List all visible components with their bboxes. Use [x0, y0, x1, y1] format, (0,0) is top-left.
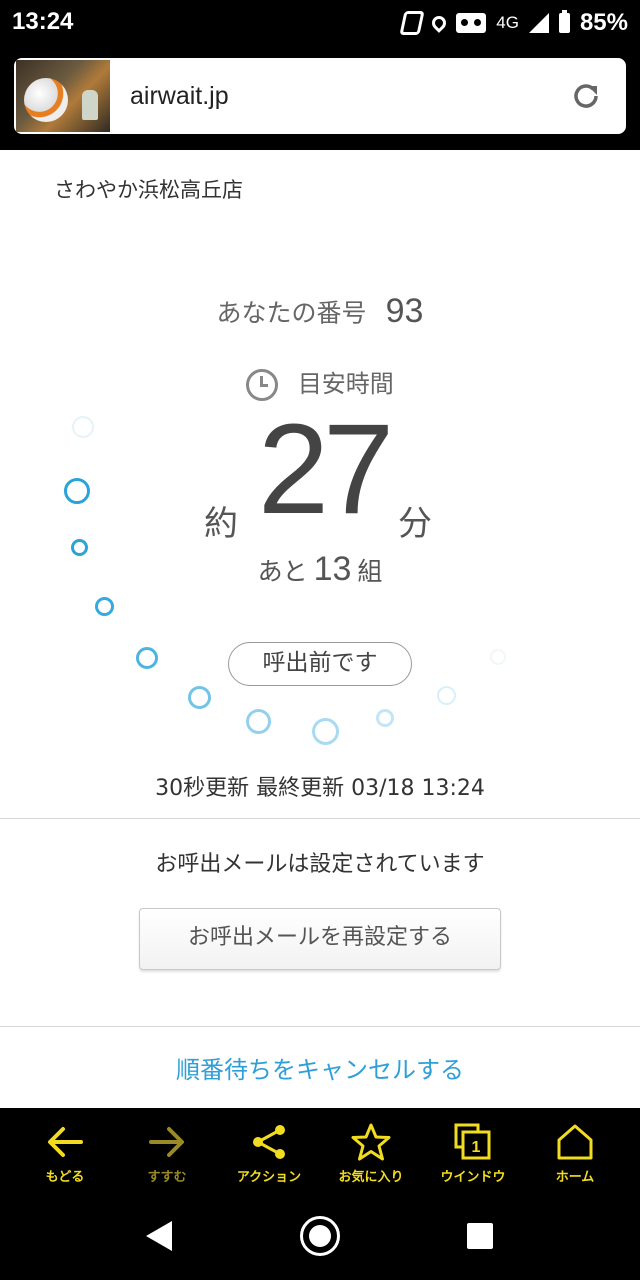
cancel-waiting-link[interactable]: 順番待ちをキャンセルする [0, 1050, 640, 1085]
loading-bubble [64, 478, 90, 504]
toolbar-favorites-button[interactable]: お気に入り [318, 1108, 424, 1194]
toolbar-home-label: ホーム [555, 1170, 595, 1185]
vr-icon [456, 13, 487, 33]
divider [0, 1026, 640, 1027]
loading-bubble [188, 686, 211, 709]
loading-bubble [71, 539, 88, 556]
loading-bubble [95, 597, 114, 616]
nfc-icon [399, 11, 425, 35]
status-bar: 13:24 4G 85% [0, 0, 640, 48]
star-icon [351, 1123, 391, 1161]
status-icons: 4G 85% [399, 8, 628, 38]
arrow-right-icon [149, 1127, 184, 1157]
your-number-value: 93 [385, 292, 424, 330]
battery-icon [558, 10, 570, 33]
toolbar-action-button[interactable]: アクション [216, 1108, 322, 1194]
refresh-info: 30秒更新 最終更新 03/18 13:24 [155, 776, 485, 801]
location-icon [429, 13, 450, 33]
your-number-row: あなたの番号 93 [0, 292, 640, 331]
remaining-groups-row: あと 13 組 [0, 550, 640, 589]
loading-bubble [490, 649, 506, 665]
toolbar-action-label: アクション [236, 1170, 302, 1185]
toolbar-back-button[interactable]: もどる [12, 1108, 118, 1194]
battery-percent: 85% [579, 9, 628, 36]
toolbar-back-label: もどる [45, 1170, 85, 1185]
loading-bubble [437, 686, 456, 705]
back-icon[interactable] [146, 1221, 172, 1251]
toolbar-home-button[interactable]: ホーム [522, 1108, 628, 1194]
toolbar-forward-label: すすむ [147, 1170, 187, 1185]
wait-prefix: 約 [204, 504, 238, 544]
url-bar[interactable]: airwait.jp [14, 58, 626, 134]
reset-mail-button[interactable]: お呼出メールを再設定する [139, 908, 501, 970]
wait-minutes: 27 [257, 398, 394, 541]
home-circle-icon[interactable] [300, 1216, 340, 1256]
mail-status: お呼出メールは設定されています [155, 852, 485, 877]
toolbar-favorites-label: お気に入り [338, 1170, 404, 1185]
your-number-label: あなたの番号 [216, 298, 367, 328]
recents-icon[interactable] [467, 1223, 493, 1249]
share-icon [253, 1125, 285, 1159]
thumbnail-droid-small [82, 90, 98, 120]
loading-bubble [312, 718, 339, 745]
loading-bubble [246, 709, 271, 734]
remaining-prefix: あと [257, 557, 308, 586]
loading-bubble [376, 709, 394, 727]
network-label: 4G [496, 13, 519, 32]
divider [0, 818, 640, 819]
window-count-badge: 1 [472, 1139, 481, 1156]
thumbnail-droid-ball [24, 78, 68, 122]
toolbar-window-button[interactable]: 1 ウインドウ [420, 1108, 526, 1194]
remaining-suffix: 組 [357, 557, 383, 586]
wait-time-row: 約 27 分 [0, 398, 640, 544]
system-nav-bar [0, 1194, 640, 1280]
toolbar-forward-button[interactable]: すすむ [114, 1108, 220, 1194]
home-icon [557, 1124, 593, 1160]
loading-bubble [72, 416, 94, 438]
estimate-label: 目安時間 [297, 370, 394, 398]
browser-toolbar: もどる すすむ アクション お気に入り 1 ウインドウ ホーム [0, 1108, 640, 1194]
remaining-count: 13 [313, 550, 352, 588]
loading-bubble [136, 647, 158, 669]
toolbar-window-label: ウインドウ [440, 1170, 506, 1185]
url-text[interactable]: airwait.jp [130, 82, 229, 111]
page-thumbnail[interactable] [16, 60, 110, 132]
signal-icon [528, 13, 549, 33]
arrow-left-icon [48, 1127, 83, 1157]
reload-icon[interactable] [570, 80, 602, 112]
page-content: さわやか浜松高丘店 あなたの番号 93 目安時間 約 27 分 あと 13 組 呼出… [0, 150, 640, 1108]
wait-unit: 分 [398, 504, 432, 544]
status-time: 13:24 [12, 8, 74, 35]
store-name: さわやか浜松高丘店 [54, 178, 243, 202]
status-badge: 呼出前です [228, 642, 412, 686]
window-icon: 1 [454, 1123, 491, 1160]
